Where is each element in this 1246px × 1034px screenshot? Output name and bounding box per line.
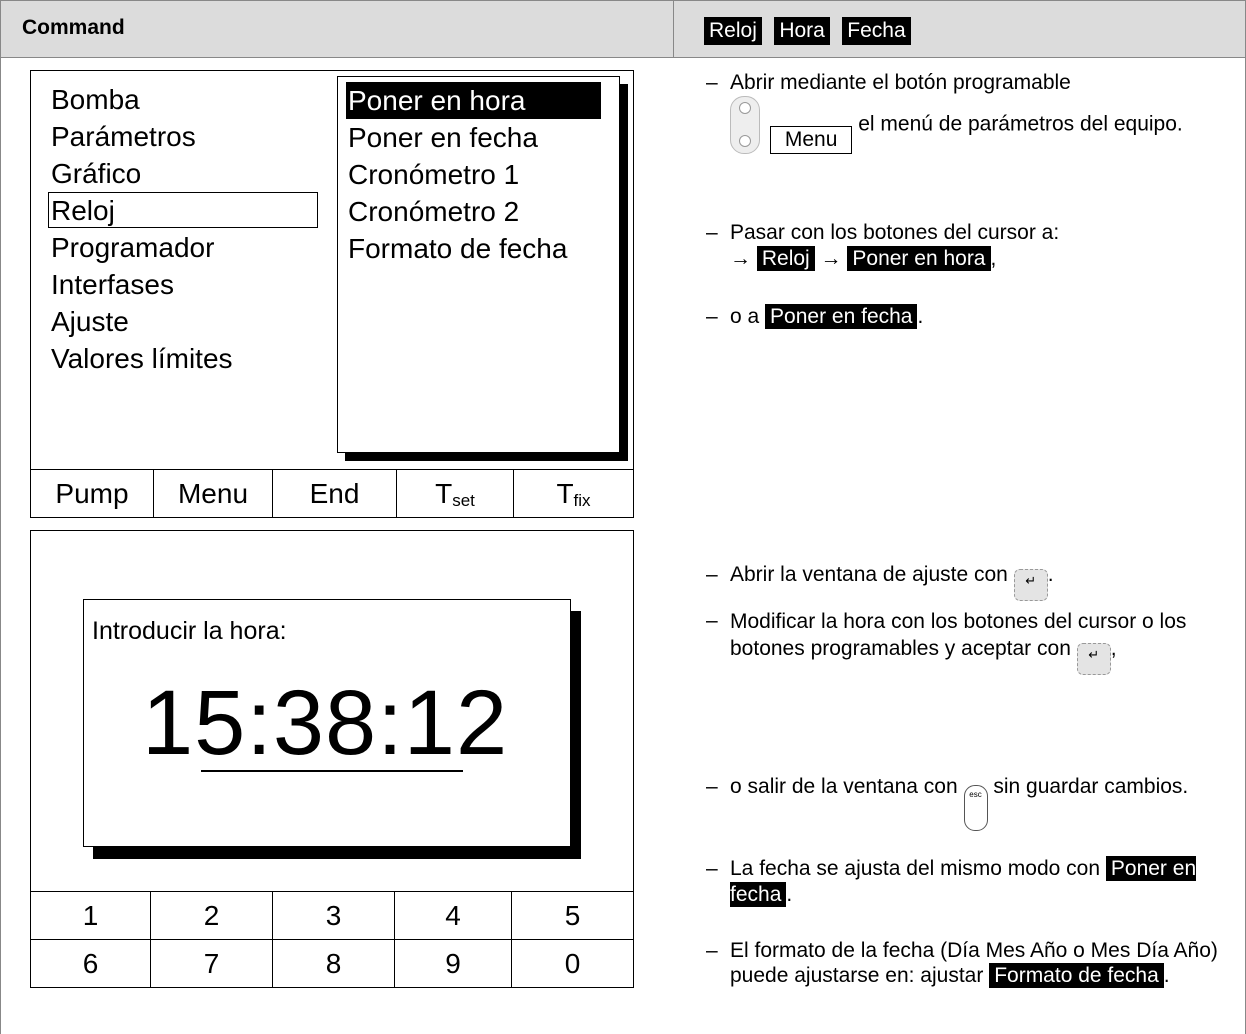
menu-item-reloj[interactable]: Reloj (51, 192, 115, 229)
number-key-2[interactable]: 2 (151, 892, 273, 939)
menu-softkey-icon: Menu (769, 126, 853, 154)
time-entry-screen: Introducir la hora: 15:38:12 1 2 3 4 5 6… (30, 530, 634, 988)
bullet-dash: – (706, 71, 718, 94)
tag-reloj-inline: Reloj (756, 246, 815, 271)
arrow-right-icon: → (730, 247, 751, 270)
softkey-tfix-label: T (556, 478, 574, 509)
tag-fecha: Fecha (842, 17, 911, 45)
tag-poner-en-fecha-inline: Poner en fecha (765, 304, 918, 329)
instruction-3-text: o a (730, 305, 760, 328)
number-row-2: 6 7 8 9 0 (31, 940, 633, 988)
softkey-tfix[interactable]: Tfix (514, 470, 633, 518)
softkey-menu[interactable]: Menu (154, 470, 273, 518)
softkey-tset-subscript: set (452, 491, 475, 510)
time-value[interactable]: 15:38:12 (142, 668, 508, 778)
bullet-dash: – (706, 221, 718, 244)
softkey-end[interactable]: End (273, 470, 397, 518)
bullet-dash: – (706, 857, 718, 880)
instruction-1-text-b: el menú de parámetros del equipo. (858, 112, 1183, 136)
number-key-7[interactable]: 7 (151, 940, 273, 988)
tag-formato-de-fecha-inline: Formato de fecha (989, 963, 1164, 988)
bullet-dash: – (706, 609, 718, 632)
number-key-9[interactable]: 9 (395, 940, 512, 988)
instruction-1-text-a: Abrir mediante el botón programable (730, 71, 1071, 94)
dialog-label: Introducir la hora: (92, 617, 287, 645)
arrow-right-icon: → (820, 247, 842, 270)
instruction-1: – Abrir mediante el botón programable Me… (706, 70, 1226, 200)
instruction-5-text: Modificar la hora con los botones del cu… (730, 610, 1187, 660)
esc-key-icon: esc (963, 785, 988, 831)
softkey-end-label: End (309, 478, 360, 509)
number-row-1: 1 2 3 4 5 (31, 892, 633, 940)
number-key-4[interactable]: 4 (395, 892, 512, 939)
tag-poner-en-hora-inline: Poner en hora (847, 246, 991, 271)
submenu-item-poner-en-hora[interactable]: Poner en hora (346, 82, 601, 119)
menu-item-valores-limites[interactable]: Valores límites (51, 340, 233, 377)
number-key-6[interactable]: 6 (31, 940, 151, 988)
instruction-6-text-b: sin guardar cambios. (993, 775, 1189, 798)
menu-item-interfases[interactable]: Interfases (51, 266, 174, 303)
enter-key-icon: ↵ (1013, 569, 1048, 601)
number-key-3[interactable]: 3 (273, 892, 395, 939)
submenu-item-cronometro-2[interactable]: Cronómetro 2 (346, 193, 521, 230)
frame-left (0, 58, 1, 1034)
instruction-4-text: Abrir la ventana de ajuste con (730, 563, 1008, 586)
bullet-dash: – (706, 305, 718, 328)
instruction-7-text: La fecha se ajusta del mismo modo con (730, 857, 1101, 880)
header-title: Command (22, 16, 125, 39)
menu-item-programador[interactable]: Programador (51, 229, 214, 266)
menu-item-bomba[interactable]: Bomba (51, 81, 140, 118)
tag-reloj: Reloj (704, 17, 762, 45)
instruction-6-text-a: o salir de la ventana con (730, 775, 958, 798)
softkey-tset[interactable]: Tset (397, 470, 514, 518)
tag-hora: Hora (774, 17, 830, 45)
number-key-1[interactable]: 1 (31, 892, 151, 939)
arrow-keys-icon (730, 96, 760, 154)
bullet-dash: – (706, 939, 718, 962)
submenu-box: Poner en hora Poner en fecha Cronómetro … (337, 76, 620, 453)
number-key-0[interactable]: 0 (512, 940, 633, 988)
header-tags: Reloj Hora Fecha (704, 17, 911, 45)
number-keypad: 1 2 3 4 5 6 7 8 9 0 (31, 891, 633, 988)
bullet-dash: – (706, 563, 718, 586)
menu-item-ajuste[interactable]: Ajuste (51, 303, 129, 340)
number-key-8[interactable]: 8 (273, 940, 395, 988)
instruction-2-text: Pasar con los botones del cursor a: (730, 221, 1060, 244)
menu-item-parametros[interactable]: Parámetros (51, 118, 196, 155)
softkey-pump-label: Pump (55, 478, 129, 509)
submenu-item-poner-en-fecha[interactable]: Poner en fecha (346, 119, 540, 156)
menu-screen: Bomba Parámetros Gráfico Reloj Programad… (30, 70, 634, 518)
number-key-5[interactable]: 5 (512, 892, 633, 939)
time-cursor-underline (201, 770, 463, 772)
softkey-pump[interactable]: Pump (31, 470, 154, 518)
submenu-item-cronometro-1[interactable]: Cronómetro 1 (346, 156, 521, 193)
enter-key-icon: ↵ (1076, 643, 1111, 675)
softkey-tset-label: T (435, 478, 453, 509)
softkey-menu-label: Menu (177, 478, 249, 509)
bullet-dash: – (706, 775, 718, 798)
time-dialog: Introducir la hora: 15:38:12 (83, 599, 571, 847)
softkey-tfix-subscript: fix (573, 491, 591, 510)
softkey-bar: Pump Menu End Tset Tfix (31, 469, 633, 518)
submenu-item-formato-de-fecha[interactable]: Formato de fecha (346, 230, 569, 267)
menu-item-grafico[interactable]: Gráfico (51, 155, 141, 192)
